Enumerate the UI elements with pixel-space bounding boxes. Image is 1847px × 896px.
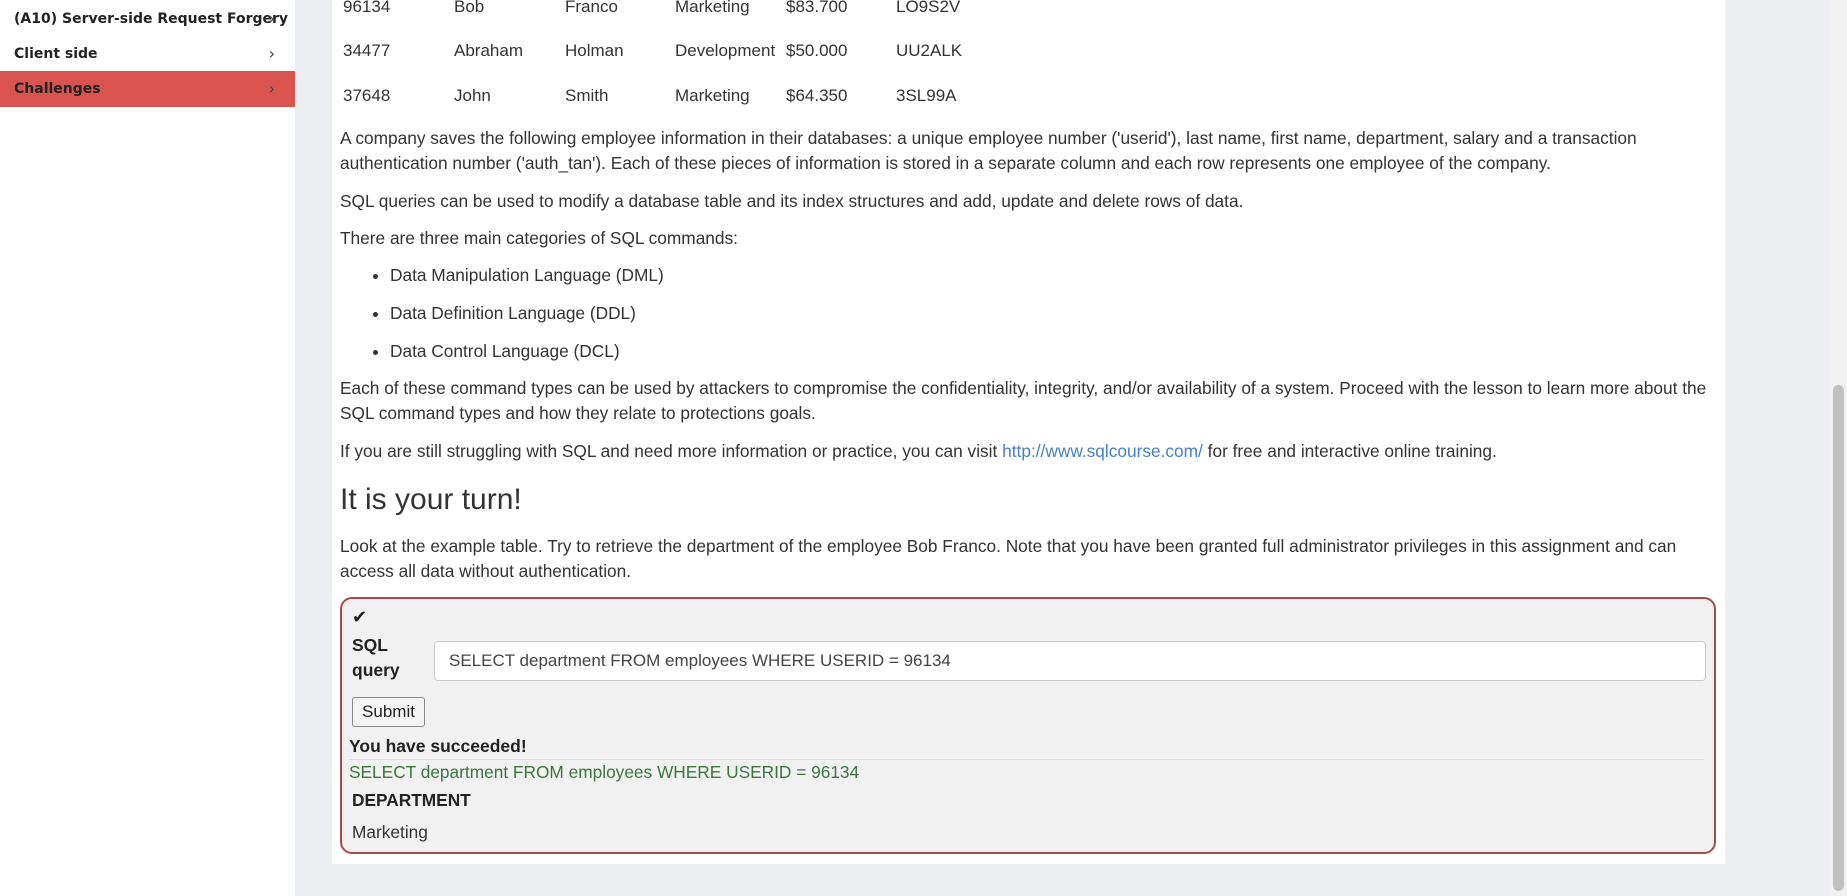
scrollbar-thumb[interactable] xyxy=(1833,385,1844,891)
submit-button[interactable]: Submit xyxy=(352,697,425,727)
table-cell-salary: $64.350 xyxy=(786,86,848,105)
sql-categories-list: Data Manipulation Language (DML) Data De… xyxy=(340,262,664,376)
table-cell-last-name: Smith xyxy=(565,86,609,105)
table-cell-department: Marketing xyxy=(675,0,750,16)
sidebar-item-label: Challenges xyxy=(14,81,101,97)
practice-text-end: for free and interactive online training… xyxy=(1202,441,1497,461)
attackers-paragraph: Each of these command types can be used … xyxy=(340,378,1707,423)
table-cell-userid: 37648 xyxy=(343,86,391,105)
table-cell-first-name: John xyxy=(454,86,491,105)
sidebar-item-label: Client side xyxy=(14,46,98,62)
table-cell-last-name: Holman xyxy=(565,41,624,60)
table-cell-auth-tan: UU2ALK xyxy=(896,41,963,60)
assignment-box: ✔ SQL query Submit You have succeeded! S… xyxy=(340,597,1716,854)
result-value: Marketing xyxy=(352,822,428,842)
sidebar-item-challenges[interactable]: Challenges › xyxy=(0,71,295,107)
lesson-content: 96134 Bob Franco Marketing $83.700 LO9S2… xyxy=(332,0,1725,864)
sql-query-label: SQL query xyxy=(352,635,400,680)
table-cell-auth-tan: 3SL99A xyxy=(896,86,957,105)
chevron-right-icon: › xyxy=(268,79,275,98)
table-cell-userid: 34477 xyxy=(343,41,391,60)
sidebar-item-ssrf[interactable]: (A10) Server-side Request Forgery › xyxy=(0,1,295,37)
table-cell-first-name: Bob xyxy=(454,0,485,16)
table-cell-department: Development xyxy=(675,41,776,60)
list-item: Data Definition Language (DDL) xyxy=(390,300,664,338)
success-message: You have succeeded! xyxy=(349,736,527,756)
sidebar-item-label: (A10) Server-side Request Forgery xyxy=(14,11,289,27)
assignment-instructions: Look at the example table. Try to retrie… xyxy=(340,536,1677,581)
table-cell-salary: $50.000 xyxy=(786,41,848,60)
table-cell-salary: $83.700 xyxy=(786,0,848,16)
list-item: Data Manipulation Language (DML) xyxy=(390,262,664,300)
checkmark-icon: ✔ xyxy=(352,607,368,627)
result-column-header: DEPARTMENT xyxy=(352,790,471,810)
practice-text: If you are still struggling with SQL and… xyxy=(340,441,1003,461)
sql-query-input[interactable] xyxy=(434,641,1706,681)
sidebar: (A10) Server-side Request Forgery › Clie… xyxy=(0,0,295,896)
query-echo: SELECT department FROM employees WHERE U… xyxy=(349,762,860,782)
scrollbar[interactable] xyxy=(1830,0,1847,896)
table-cell-department: Marketing xyxy=(675,86,750,105)
list-item: Data Control Language (DCL) xyxy=(390,338,664,376)
section-heading: It is your turn! xyxy=(340,483,522,516)
divider xyxy=(349,759,1704,760)
table-cell-userid: 96134 xyxy=(343,0,391,16)
table-cell-auth-tan: LO9S2V xyxy=(896,0,961,16)
intro-paragraph: A company saves the following employee i… xyxy=(340,128,1637,173)
table-cell-first-name: Abraham xyxy=(454,41,523,60)
sql-queries-paragraph: SQL queries can be used to modify a data… xyxy=(340,191,1244,211)
table-cell-last-name: Franco xyxy=(565,0,618,16)
sqlcourse-link[interactable]: http://www.sqlcourse.com/ xyxy=(1002,441,1203,461)
chevron-right-icon: › xyxy=(268,9,275,28)
sidebar-item-client-side[interactable]: Client side › xyxy=(0,36,295,72)
practice-paragraph: If you are still struggling with SQL and… xyxy=(340,439,1715,464)
categories-intro: There are three main categories of SQL c… xyxy=(340,228,738,248)
chevron-right-icon: › xyxy=(268,44,275,63)
